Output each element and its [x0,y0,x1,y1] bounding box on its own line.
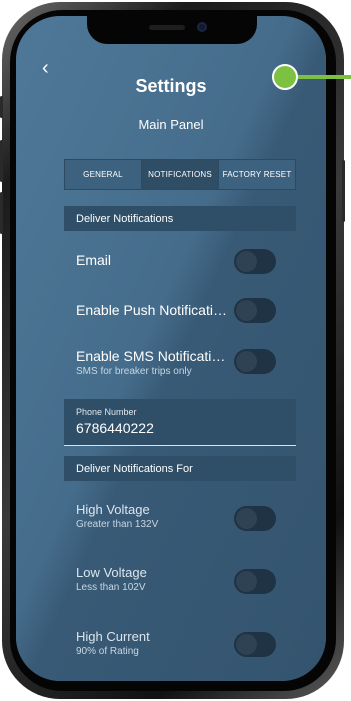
callout-marker [272,64,298,90]
tab-general[interactable]: GENERAL [65,160,141,189]
phone-number-field[interactable]: Phone Number [64,399,296,446]
toggle-knob [236,300,257,321]
toggle-knob [236,508,257,529]
toggle-knob [236,351,257,372]
silent-switch [0,96,3,118]
speaker-grille [149,25,185,30]
toggle-email[interactable] [234,249,276,274]
toggle-sms[interactable] [234,349,276,374]
page-subtitle: Main Panel [138,117,204,132]
notch [87,16,257,44]
volume-down-button [0,192,3,234]
toggle-push[interactable] [234,298,276,323]
toggle-knob [236,634,257,655]
tab-bar: GENERAL NOTIFICATIONS FACTORY RESET [64,159,296,190]
screen: ‹ Settings Main Panel GENERAL NOTIFICATI… [16,16,326,681]
section-header-deliver-for: Deliver Notifications For [64,456,296,481]
phone-number-label: Phone Number [76,407,137,417]
tab-factory-reset[interactable]: FACTORY RESET [218,160,295,189]
volume-up-button [0,140,3,182]
phone-number-input[interactable] [76,420,284,436]
power-button [342,160,345,222]
callout-line [296,75,351,79]
section-header-deliver: Deliver Notifications [64,206,296,231]
toggle-knob [236,251,257,272]
toggle-low-voltage[interactable] [234,569,276,594]
toggle-high-voltage[interactable] [234,506,276,531]
toggle-high-current[interactable] [234,632,276,657]
front-camera [197,22,207,32]
toggle-knob [236,571,257,592]
tab-notifications[interactable]: NOTIFICATIONS [141,160,218,189]
